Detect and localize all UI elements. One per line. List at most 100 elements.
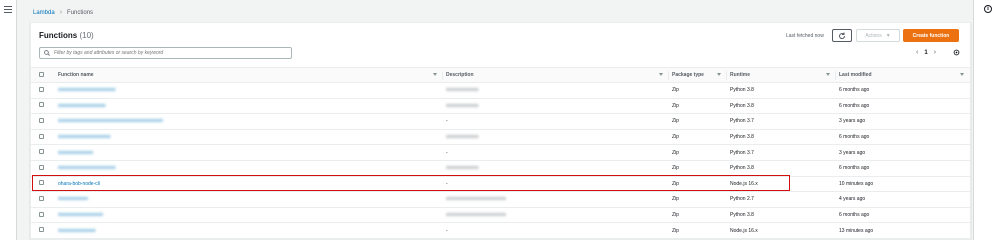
function-name-link[interactable]: xxxxxxxxxxxxxxxxxxxxx: [58, 134, 111, 140]
sort-caret-icon[interactable]: [960, 73, 964, 76]
table-row[interactable]: xxxxxxxxxxxxxxxxxxxxxxxxxxxxxxxxxxxxZipP…: [31, 191, 970, 208]
left-nav-rail: [0, 0, 17, 240]
runtime-cell: Python 3.8: [727, 207, 836, 224]
breadcrumb-lambda-link[interactable]: Lambda: [33, 10, 55, 16]
search-input[interactable]: [54, 50, 284, 56]
function-name-link[interactable]: ohara-bob-node-cli: [58, 181, 100, 187]
row-checkbox[interactable]: [39, 133, 44, 139]
function-name-link[interactable]: xxxxxxxxxxxxxxxxxxxxxxxxxxxxxxxxxxxxxxxx…: [58, 118, 163, 124]
table-row[interactable]: xxxxxxxxxxxxxxxxxxxxxxxxxxxxxxxxxxxxZipP…: [31, 82, 970, 99]
row-checkbox[interactable]: [39, 102, 44, 108]
row-checkbox[interactable]: [39, 117, 44, 123]
table-row[interactable]: xxxxxxxxxxxxxxx - Zip Node.js 16.x 13 minute…: [31, 222, 970, 239]
row-select-cell: [31, 129, 55, 146]
last-modified-cell: 3 years ago: [836, 144, 970, 161]
sort-caret-icon[interactable]: [433, 73, 437, 76]
column-runtime[interactable]: Runtime: [727, 67, 836, 83]
function-name-link[interactable]: xxxxxxxxxxxxxxxxxx: [58, 212, 103, 218]
table-row[interactable]: xxxxxxxxxxxxxxxxxxxxx xxxxxxxxxxxxx Zip Pyt…: [31, 129, 970, 146]
function-name-cell: xxxxxxxxxxxxxxxxxxxxxxx: [55, 160, 443, 177]
function-name-cell: xxxxxxxxxxxxxxxxxxxxxxx: [55, 82, 443, 99]
row-select-cell: [31, 222, 55, 239]
row-select-cell: [31, 176, 55, 193]
function-name-link[interactable]: xxxxxxxxxxxxxxxxxxxxxxx: [58, 87, 116, 93]
table-row[interactable]: xxxxxxxxxxxxxxxxxxx xxxxxxxxxxxxx Zip Pytho…: [31, 98, 970, 115]
last-fetched-text: Last fetched now: [786, 33, 824, 39]
row-checkbox[interactable]: [39, 164, 44, 170]
description-text: -: [446, 180, 448, 187]
actions-dropdown[interactable]: Actions ▼: [856, 29, 900, 42]
current-page[interactable]: 1: [924, 50, 927, 56]
description-cell: xxxxxxxxxxxxxxxxxxxxxxxx: [443, 191, 669, 208]
row-checkbox[interactable]: [39, 180, 44, 186]
sort-caret-icon[interactable]: [717, 73, 721, 76]
functions-table: Function name Description Package type R…: [31, 67, 970, 239]
row-checkbox[interactable]: [39, 86, 44, 92]
page-title: Functions (10): [39, 31, 94, 40]
select-all-checkbox[interactable]: [39, 71, 44, 77]
function-name-cell: xxxxxxxxxxxxxxx: [55, 222, 443, 239]
prev-page-icon[interactable]: ‹: [916, 49, 918, 56]
row-checkbox[interactable]: [39, 211, 44, 217]
pagination: ‹ 1 ›: [916, 49, 936, 56]
table-row[interactable]: ohara-bob-node-cli - Zip Node.js 16.x 10 min…: [31, 176, 970, 193]
last-modified-cell: 6 months ago: [836, 129, 970, 146]
runtime-cell: Python 3.7: [727, 144, 836, 161]
package-type-cell: Zip: [669, 222, 727, 239]
table-header-row: Function name Description Package type R…: [31, 67, 970, 83]
last-modified-cell: 6 months ago: [836, 207, 970, 224]
sort-caret-icon[interactable]: [826, 73, 830, 76]
function-name-link[interactable]: xxxxxxxxxxxx: [58, 196, 88, 202]
description-cell: xxxxxxxxxxxxxxxxxxxxxxxx: [443, 207, 669, 224]
runtime-cell: Python 3.8: [727, 129, 836, 146]
package-type-cell: Zip: [669, 82, 727, 99]
package-type-cell: Zip: [669, 98, 727, 115]
table-row[interactable]: xxxxxxxxxxxxxxxxxxxxxxxxxxxxxxxxxxxxZipP…: [31, 160, 970, 177]
last-modified-cell: 6 months ago: [836, 160, 970, 177]
refresh-icon: [839, 32, 846, 39]
function-name-cell: ohara-bob-node-cli: [55, 176, 443, 193]
row-checkbox[interactable]: [39, 227, 44, 233]
row-select-cell: [31, 113, 55, 130]
chevron-right-icon: ›: [59, 9, 63, 16]
column-description[interactable]: Description: [443, 67, 669, 83]
description-text: -: [446, 149, 448, 156]
search-field[interactable]: [39, 47, 292, 59]
refresh-button[interactable]: [832, 29, 852, 42]
breadcrumb: Lambda › Functions: [33, 9, 93, 16]
description-cell: xxxxxxxxxxxxx: [443, 160, 669, 177]
settings-gear-icon[interactable]: [953, 49, 960, 56]
caret-down-icon: ▼: [885, 32, 891, 39]
table-row[interactable]: xxxxxxxxxxxxxxxxxxxxxxxxxxxxxxxxxxxxxxxx…: [31, 207, 970, 224]
breadcrumb-current: Functions: [67, 9, 94, 16]
select-all-header: [31, 67, 55, 83]
last-modified-cell: 13 minutes ago: [836, 222, 970, 239]
create-function-button[interactable]: Create function: [903, 29, 959, 42]
function-name-cell: xxxxxxxxxxxxxx: [55, 144, 443, 161]
function-name-link[interactable]: xxxxxxxxxxxxxxxxxxx: [58, 103, 106, 109]
sort-caret-icon[interactable]: [659, 73, 663, 76]
description-cell: xxxxxxxxxxxxx: [443, 82, 669, 99]
description-text: xxxxxxxxxxxxx: [446, 102, 479, 109]
function-name-link[interactable]: xxxxxxxxxxxxxxxxxxxxxxx: [58, 165, 116, 171]
package-type-cell: Zip: [669, 144, 727, 161]
menu-icon[interactable]: [4, 6, 12, 15]
description-cell: xxxxxxxxxxxxx: [443, 129, 669, 146]
row-checkbox[interactable]: [39, 195, 44, 201]
column-function-name[interactable]: Function name: [55, 67, 443, 83]
next-page-icon[interactable]: ›: [934, 49, 936, 56]
row-checkbox[interactable]: [39, 149, 44, 155]
table-row[interactable]: xxxxxxxxxxxxxx - Zip Python 3.7 3 years ago: [31, 144, 970, 161]
description-cell: -: [443, 176, 669, 193]
function-name-link[interactable]: xxxxxxxxxxxxxx: [58, 150, 93, 156]
description-text: -: [446, 227, 448, 234]
column-last-modified[interactable]: Last modified: [836, 67, 970, 83]
table-row[interactable]: xxxxxxxxxxxxxxxxxxxxxxxxxxxxxxxxxxxxxxxx…: [31, 113, 970, 130]
description-text: xxxxxxxxxxxxx: [446, 134, 479, 141]
function-name-link[interactable]: xxxxxxxxxxxxxxx: [58, 228, 96, 234]
column-package-type[interactable]: Package type: [669, 67, 727, 83]
function-name-cell: xxxxxxxxxxxxxxxxxx: [55, 207, 443, 224]
package-type-cell: Zip: [669, 160, 727, 177]
runtime-cell: Python 3.8: [727, 98, 836, 115]
info-icon[interactable]: i: [984, 5, 992, 13]
